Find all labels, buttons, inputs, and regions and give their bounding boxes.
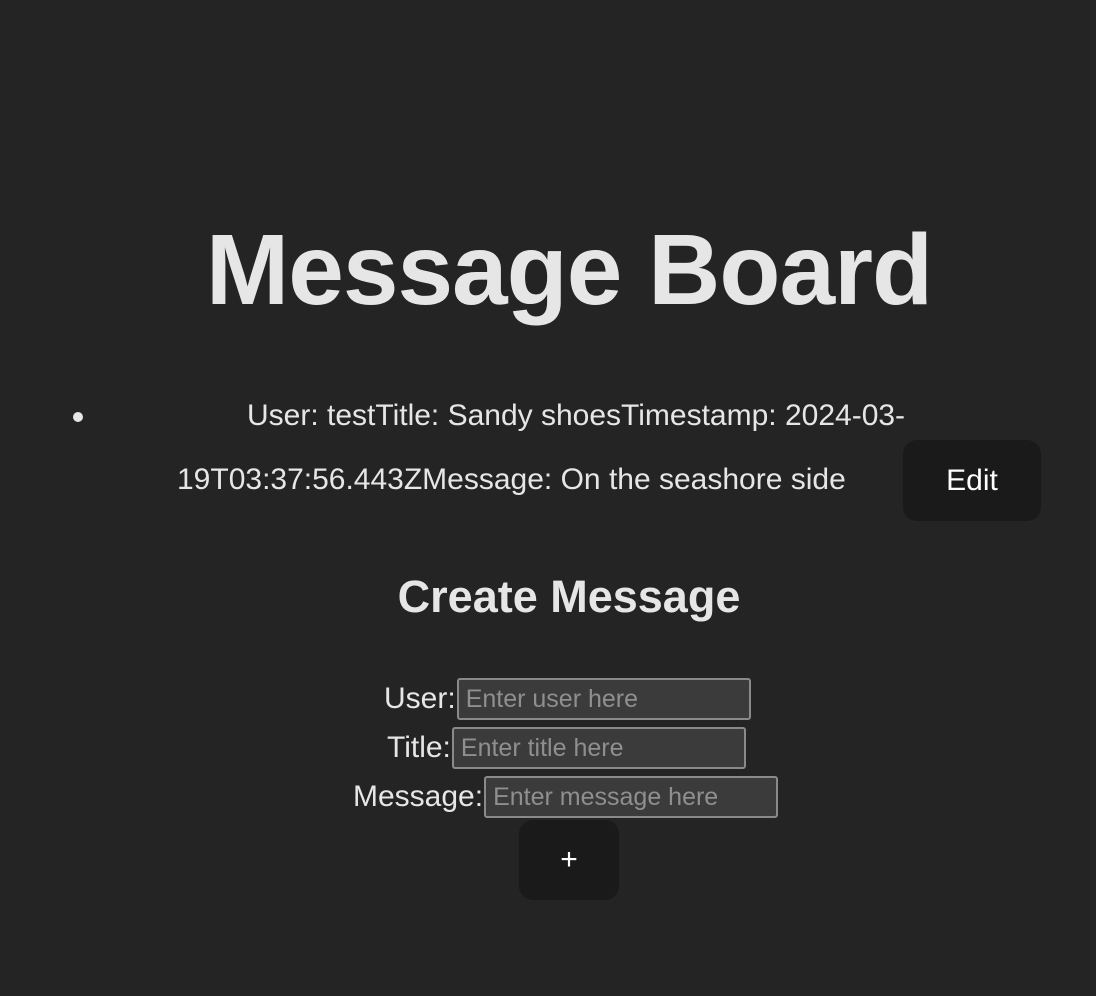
message-row: Message:	[353, 776, 779, 818]
user-input[interactable]	[456, 678, 751, 720]
edit-button[interactable]: Edit	[903, 440, 1041, 521]
title-input[interactable]	[451, 727, 746, 769]
create-message-heading: Create Message	[397, 571, 741, 622]
message-label: Message:	[353, 780, 484, 813]
page: Message Board User: testTitle: Sandy sho…	[0, 0, 1096, 996]
user-row: User:	[384, 678, 751, 720]
page-title: Message Board	[205, 214, 933, 326]
message-text-line: 19T03:37:56.443ZMessage: On the seashore…	[177, 463, 846, 496]
title-row: Title:	[387, 727, 746, 769]
bullet-icon	[73, 412, 83, 422]
title-label: Title:	[387, 731, 451, 764]
add-message-button[interactable]: +	[519, 820, 619, 900]
message-text-line: User: testTitle: Sandy shoesTimestamp: 2…	[247, 399, 906, 432]
user-label: User:	[384, 682, 456, 715]
message-input[interactable]	[484, 776, 779, 818]
